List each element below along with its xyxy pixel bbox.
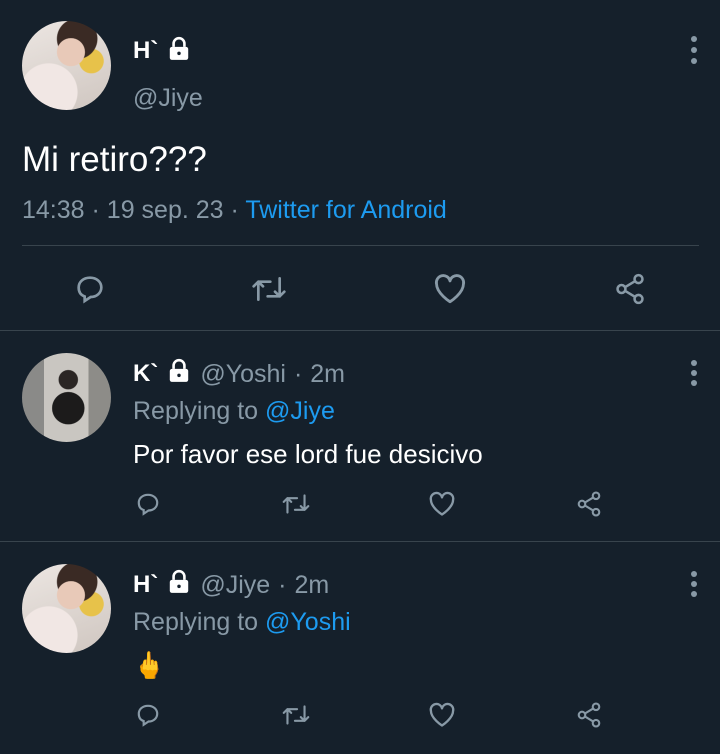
meta-separator: · [293, 359, 303, 388]
timestamp: 2m [294, 570, 330, 599]
replying-handle[interactable]: @Yoshi [265, 608, 351, 636]
avatar[interactable] [22, 21, 111, 110]
share-icon[interactable] [575, 490, 603, 518]
retweet-icon[interactable] [280, 491, 312, 517]
replying-label: Replying to [133, 397, 259, 425]
replying-to: Replying to @Yoshi [133, 608, 351, 637]
avatar[interactable] [22, 353, 111, 442]
meta-separator: · [91, 196, 107, 224]
more-options-icon[interactable] [690, 360, 698, 386]
tweet-meta: 14:38 · 19 sep. 23 · Twitter for Android [22, 196, 447, 225]
handle[interactable]: @Yoshi [200, 360, 286, 389]
like-icon[interactable] [428, 702, 456, 728]
more-options-icon[interactable] [690, 36, 698, 64]
lock-icon [166, 569, 192, 602]
like-icon[interactable] [433, 273, 467, 305]
tweet-time: 14:38 [22, 196, 85, 224]
like-icon[interactable] [428, 491, 456, 517]
reply-icon[interactable] [74, 273, 106, 305]
replying-handle[interactable]: @Jiye [265, 397, 335, 425]
handle[interactable]: @Jiye [133, 84, 203, 113]
tweet-text: Mi retiro??? [22, 140, 207, 179]
reply-icon[interactable] [135, 702, 161, 728]
tweet-text: Por favor ese lord fue desicivo [133, 439, 483, 469]
avatar[interactable] [22, 564, 111, 653]
tweet-source[interactable]: Twitter for Android [245, 196, 446, 224]
display-name[interactable]: K` [133, 360, 158, 388]
lock-icon [166, 358, 192, 391]
tweet-text: 🖕 [133, 650, 166, 680]
retweet-icon[interactable] [280, 702, 312, 728]
lock-icon [166, 36, 192, 67]
timestamp: 2m [310, 359, 346, 388]
display-name[interactable]: H` [133, 571, 158, 599]
meta-separator: · [230, 196, 246, 224]
author-row: H` [133, 36, 192, 66]
meta-separator: · [278, 570, 287, 599]
reply-icon[interactable] [135, 491, 161, 517]
share-icon[interactable] [612, 272, 648, 306]
share-icon[interactable] [575, 701, 603, 729]
divider [0, 541, 720, 542]
tweet-date: 19 sep. 23 [106, 196, 224, 224]
more-options-icon[interactable] [690, 571, 698, 597]
handle[interactable]: @Jiye [200, 571, 270, 600]
display-name[interactable]: H` [133, 37, 158, 65]
replying-to: Replying to @Jiye [133, 397, 335, 426]
divider [22, 245, 699, 246]
replying-label: Replying to [133, 608, 259, 636]
retweet-icon[interactable] [249, 273, 289, 305]
reply-header: H` @Jiye · 2m [133, 569, 330, 602]
reply-header: K` @Yoshi · 2m [133, 358, 346, 391]
divider [0, 330, 720, 331]
